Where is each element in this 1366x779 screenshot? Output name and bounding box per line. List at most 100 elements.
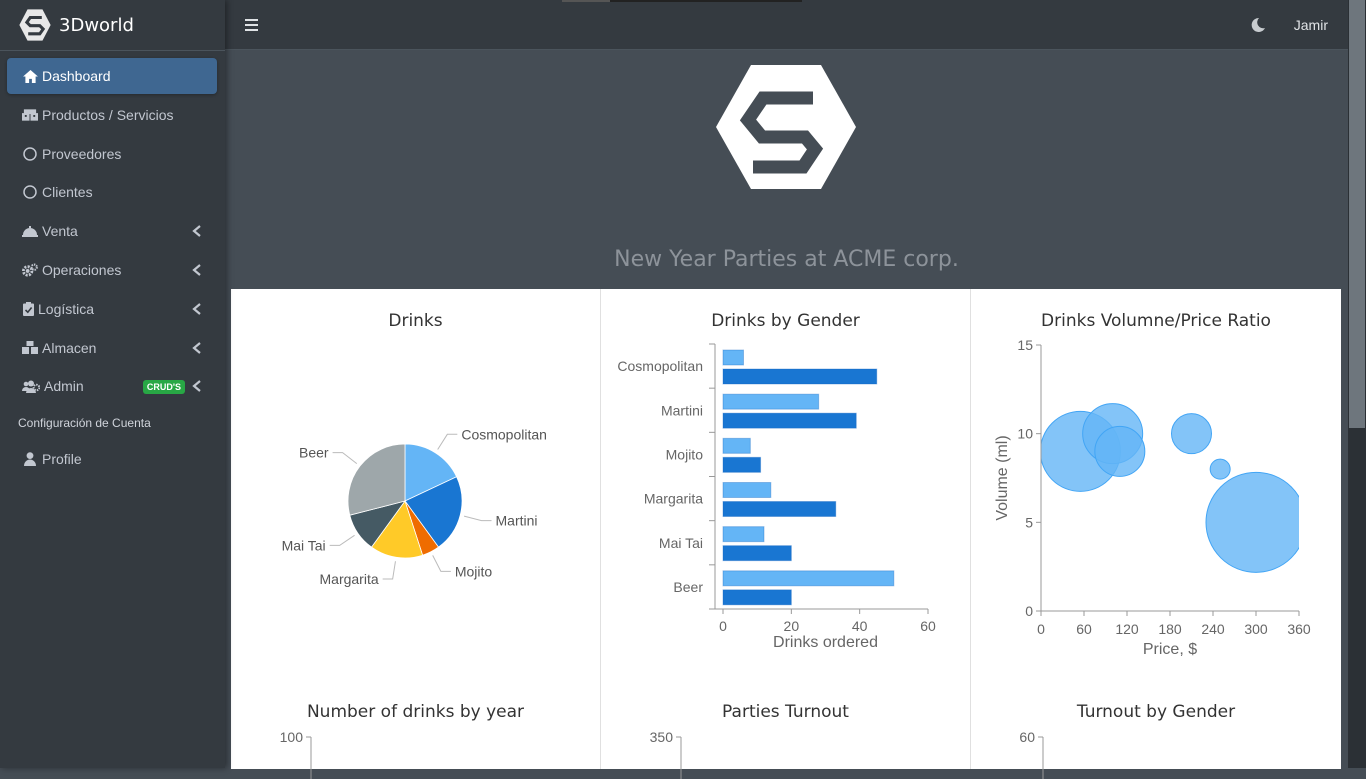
chevron-left-icon — [192, 264, 201, 276]
x-tick-label: 240 — [1201, 621, 1225, 637]
chevron-left-icon — [192, 341, 201, 354]
brand-link[interactable]: 3Dworld — [0, 0, 225, 51]
main-content: New Year Parties at ACME corp. Drinks Co… — [225, 51, 1348, 779]
sidebar-nav: Dashboard Productos / Servicios Proveedo… — [0, 51, 225, 477]
concierge-bell-icon — [22, 223, 38, 239]
bar — [722, 349, 744, 366]
circle-icon — [22, 184, 38, 200]
pie-label-line — [332, 452, 358, 465]
sidebar-item-label: Profile — [42, 451, 82, 468]
pie-label: Margarita — [320, 571, 379, 587]
scrollbar-thumb[interactable] — [1349, 0, 1365, 428]
volume-price-card: Drinks Volumne/Price Ratio 0 5 10 15 0 60 120 1… — [971, 289, 1341, 779]
bubble — [1209, 458, 1231, 480]
y-tick-label: 350 — [650, 729, 674, 745]
bar — [722, 589, 792, 606]
pie-label: Cosmopolitan — [461, 426, 547, 442]
hero-title: New Year Parties at ACME corp. — [614, 247, 959, 272]
y-tick-label: 10 — [1017, 426, 1033, 442]
sidebar-section-header: Configuración de Cuenta — [18, 416, 151, 431]
clipboard-check-icon — [22, 301, 34, 317]
pie-label-line — [329, 534, 355, 546]
bar — [722, 545, 792, 562]
pie-label: Martini — [496, 513, 538, 529]
menu-toggle-icon[interactable] — [245, 17, 259, 33]
x-tick-label: 20 — [784, 618, 800, 634]
drinks-by-gender-card: Drinks by Gender 0 20 40 60 Cosmopolitan Mart… — [601, 289, 971, 779]
sidebar-item-label: Operaciones — [42, 261, 122, 278]
brand-logo-icon — [19, 9, 51, 41]
drinks-chart-card: Drinks Cosmopolitan Martini Mojito Margarit… — [231, 289, 601, 779]
x-axis-label: Price, $ — [1143, 641, 1197, 658]
sidebar-item-logistica[interactable]: Logística — [7, 291, 217, 327]
charts-panel: Drinks Cosmopolitan Martini Mojito Margarit… — [231, 289, 1341, 779]
warehouse-icon — [22, 340, 38, 356]
sidebar-item-almacen[interactable]: Almacen — [7, 330, 217, 366]
page-scrollbar[interactable] — [1348, 0, 1366, 768]
bubble — [1205, 471, 1299, 573]
bubble — [1094, 425, 1146, 477]
sidebar-item-label: Proveedores — [42, 145, 122, 162]
parties-turnout-chart: 350 — [650, 729, 682, 779]
bubble — [1171, 413, 1212, 455]
sidebar-item-dashboard[interactable]: Dashboard — [7, 58, 217, 94]
boxes-icon — [22, 107, 38, 123]
bar — [722, 456, 762, 473]
x-tick-label: 0 — [1037, 621, 1045, 637]
bubble-group — [1041, 403, 1299, 573]
sidebar-item-clientes[interactable]: Clientes — [7, 174, 217, 210]
pie-label-line — [382, 561, 396, 580]
sidebar-item-label: Productos / Servicios — [42, 106, 174, 123]
y-tick-label: Beer — [673, 579, 703, 595]
circle-icon — [22, 146, 38, 162]
sidebar-item-venta[interactable]: Venta — [7, 213, 217, 249]
bar — [722, 482, 772, 498]
sidebar-item-admin[interactable]: Admin CRUD'S — [7, 368, 217, 404]
users-cog-icon — [22, 378, 40, 394]
bar — [722, 501, 837, 517]
home-icon — [22, 68, 38, 84]
y-tick-label: Martini — [661, 402, 703, 418]
y-tick-label: 15 — [1017, 337, 1033, 353]
dark-mode-toggle-icon[interactable] — [1250, 17, 1266, 33]
chevron-left-icon — [192, 225, 201, 238]
loading-strip-highlight — [562, 0, 610, 2]
sidebar-item-label: Almacen — [42, 339, 97, 356]
top-navbar: Jamir — [225, 0, 1348, 50]
sidebar-item-profile[interactable]: Profile — [7, 441, 217, 477]
x-tick-label: 120 — [1115, 621, 1139, 637]
sidebar-item-productos[interactable]: Productos / Servicios — [7, 97, 217, 133]
user-menu[interactable]: Jamir — [1294, 17, 1328, 33]
y-tick-label: 100 — [280, 729, 304, 745]
x-tick-label: 300 — [1244, 621, 1268, 637]
sidebar-item-label: Clientes — [42, 184, 93, 201]
pie-label-line — [437, 433, 458, 450]
crud-badge: CRUD'S — [142, 380, 185, 395]
pie-label-line — [432, 555, 451, 572]
x-tick-label: 60 — [920, 618, 936, 634]
chevron-left-icon — [192, 380, 201, 393]
y-tick-label: Mojito — [666, 446, 704, 462]
hero-logo-icon — [716, 65, 856, 189]
sidebar-item-label: Admin — [44, 378, 84, 395]
pie-label-line — [463, 515, 492, 522]
x-tick-label: 180 — [1158, 621, 1182, 637]
sidebar: 3Dworld Dashboard Productos / Servicios … — [0, 0, 225, 768]
sidebar-item-operaciones[interactable]: Operaciones — [7, 252, 217, 288]
y-tick-label: Margarita — [644, 491, 703, 507]
bar — [722, 526, 765, 543]
pie-label: Mai Tai — [282, 537, 326, 553]
bar — [722, 412, 857, 429]
chevron-left-icon — [192, 302, 201, 315]
drinks-by-year-chart: 100 — [280, 729, 312, 779]
pie-label: Beer — [299, 445, 329, 461]
drinks-pie-chart: Cosmopolitan Martini Mojito Margarita Mai Ta… — [282, 426, 547, 587]
volume-price-bubble-chart: 0 5 10 15 0 60 120 180 240 300 360 Price, $ Volume (… — [994, 337, 1311, 658]
turnout-by-gender-chart: 60 — [1019, 729, 1044, 779]
x-tick-label: 40 — [852, 618, 868, 634]
x-tick-label: 360 — [1287, 621, 1311, 637]
brand-name: 3Dworld — [59, 14, 134, 36]
y-axis-label: Volume (ml) — [994, 435, 1011, 520]
x-axis-label: Drinks ordered — [773, 634, 878, 651]
sidebar-item-proveedores[interactable]: Proveedores — [7, 136, 217, 172]
